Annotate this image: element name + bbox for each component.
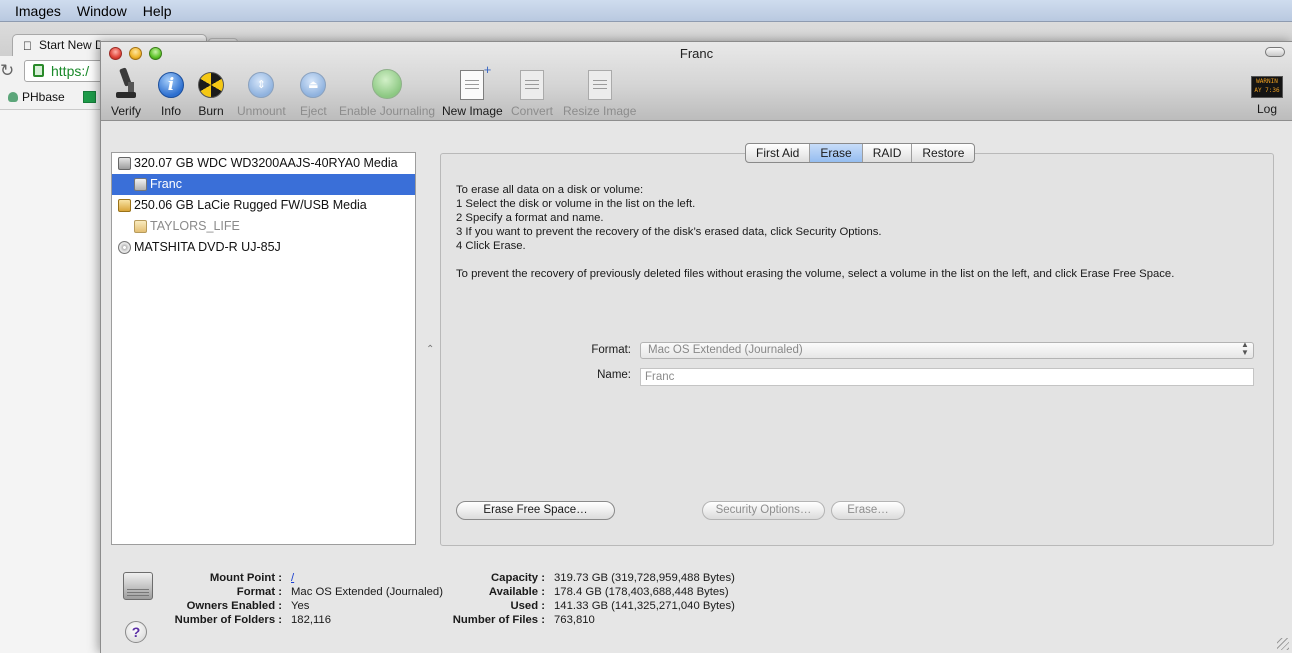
bookmark-label: PHbase [22, 90, 65, 104]
name-label: Name: [597, 369, 631, 381]
info-key: Number of Folders : [174, 614, 282, 626]
info-value: 182,116 [291, 614, 331, 626]
eject-icon: ⏏ [300, 72, 327, 98]
toolbar-enable-journaling-button[interactable]: Enable Journaling [339, 68, 435, 118]
external-disk-icon [118, 199, 131, 212]
reload-icon[interactable]: ↻ [0, 61, 14, 81]
unmount-icon: ⇕ [248, 72, 275, 98]
select-arrows-icon: ▲ ▼ [1241, 340, 1249, 357]
format-select[interactable]: Mac OS Extended (Journaled) ▲ ▼ [640, 340, 1254, 359]
optical-drive-icon [118, 241, 131, 254]
apple-icon:  [23, 39, 32, 53]
url-text: https:/ [51, 63, 90, 79]
info-key: Available : [488, 586, 545, 598]
instruction-line: 1 Select the disk or volume in the list … [456, 198, 696, 210]
log-icon: WARNIN AY 7:36 [1251, 76, 1283, 98]
disk-row-lacie[interactable]: 250.06 GB LaCie Rugged FW/USB Media [112, 195, 415, 216]
info-icon: i [158, 72, 184, 98]
tab-raid[interactable]: RAID [863, 144, 913, 162]
volume-icon [134, 178, 147, 191]
toolbar-log-button[interactable]: WARNIN AY 7:36 Log [1251, 68, 1283, 116]
convert-icon [520, 70, 545, 100]
erase-button[interactable]: Erase… [831, 501, 905, 520]
disk-row-internal-hd[interactable]: 320.07 GB WDC WD3200AAJS-40RYA0 Media [112, 153, 415, 174]
menubar: Images Window Help [0, 0, 1292, 22]
hard-disk-icon [118, 157, 131, 170]
toolbar-resize-image-button[interactable]: Resize Image [563, 68, 636, 118]
info-value: Yes [291, 600, 310, 612]
free-space-note: To prevent the recovery of previously de… [456, 268, 1175, 280]
resize-grip-icon[interactable] [1277, 638, 1289, 650]
menu-images[interactable]: Images [0, 3, 69, 19]
toolbar-toggle-button[interactable] [1265, 47, 1285, 57]
name-field[interactable]: Franc [640, 368, 1254, 386]
info-key: Mount Point : [209, 572, 282, 584]
toolbar-convert-button[interactable]: Convert [511, 68, 553, 118]
info-value: Mac OS Extended (Journaled) [291, 586, 443, 598]
mount-point-link[interactable]: / [291, 572, 294, 584]
tab-erase[interactable]: Erase [810, 144, 863, 162]
hard-disk-icon [123, 572, 153, 600]
toolbar-verify-button[interactable]: Verify [111, 67, 141, 118]
format-value: Mac OS Extended (Journaled) [648, 344, 803, 356]
instruction-line: 2 Specify a format and name. [456, 212, 604, 224]
bookmark-phbase[interactable]: PHbase [8, 90, 65, 104]
lock-icon [33, 64, 44, 77]
info-value: 141.33 GB (141,325,271,040 Bytes) [554, 600, 735, 612]
cloud-icon [8, 92, 18, 102]
erase-instructions: To erase all data on a disk or volume: 1… [456, 183, 1174, 281]
menu-help[interactable]: Help [135, 3, 180, 19]
disk-utility-window: Franc Verify i Info Burn ⇕ Unmount ⏏ Eje… [100, 41, 1292, 653]
tab-first-aid[interactable]: First Aid [746, 144, 811, 162]
menu-window[interactable]: Window [69, 3, 135, 19]
disk-row-taylors-life[interactable]: TAYLORS_LIFE [112, 216, 415, 237]
instruction-line: To erase all data on a disk or volume: [456, 184, 644, 196]
info-value: 763,810 [554, 614, 595, 626]
help-button[interactable]: ? [125, 621, 147, 643]
toolbar-new-image-button[interactable]: + New Image [442, 62, 503, 118]
splitter-handle-icon[interactable]: ⌃ [426, 344, 434, 355]
security-options-button[interactable]: Security Options… [702, 501, 825, 520]
instruction-line: 4 Click Erase. [456, 240, 526, 252]
info-key: Owners Enabled : [186, 600, 282, 612]
window-titlebar: Franc Verify i Info Burn ⇕ Unmount ⏏ Eje… [101, 42, 1292, 121]
info-value: 178.4 GB (178,403,688,448 Bytes) [554, 586, 729, 598]
info-value: 319.73 GB (319,728,959,488 Bytes) [554, 572, 735, 584]
instruction-line: 3 If you want to prevent the recovery of… [456, 226, 882, 238]
format-label: Format: [591, 344, 631, 356]
resize-image-icon [587, 70, 612, 100]
info-key: Used : [510, 600, 545, 612]
disk-source-list[interactable]: 320.07 GB WDC WD3200AAJS-40RYA0 Media Fr… [111, 152, 416, 545]
info-key: Format : [236, 586, 282, 598]
burn-icon [198, 72, 224, 98]
spreadsheet-icon[interactable] [83, 91, 96, 103]
info-key: Capacity : [491, 572, 545, 584]
info-key: Number of Files : [452, 614, 545, 626]
disk-row-dvd[interactable]: MATSHITA DVD-R UJ-85J [112, 237, 415, 258]
disk-row-franc[interactable]: Franc [112, 174, 415, 195]
tab-bar: First Aid Erase RAID Restore [745, 143, 976, 163]
window-title: Franc [679, 46, 714, 61]
toolbar-eject-button[interactable]: ⏏ Eject [300, 68, 327, 118]
new-image-icon: + [460, 62, 491, 100]
journaling-icon [372, 69, 403, 99]
toolbar-unmount-button[interactable]: ⇕ Unmount [237, 68, 286, 118]
browser-tab-label: Start New D [39, 38, 104, 52]
tab-restore[interactable]: Restore [912, 144, 974, 162]
external-volume-icon [134, 220, 147, 233]
toolbar-burn-button[interactable]: Burn [198, 68, 224, 118]
toolbar-info-button[interactable]: i Info [158, 68, 184, 118]
microscope-icon [113, 67, 139, 100]
erase-free-space-button[interactable]: Erase Free Space… [456, 501, 615, 520]
